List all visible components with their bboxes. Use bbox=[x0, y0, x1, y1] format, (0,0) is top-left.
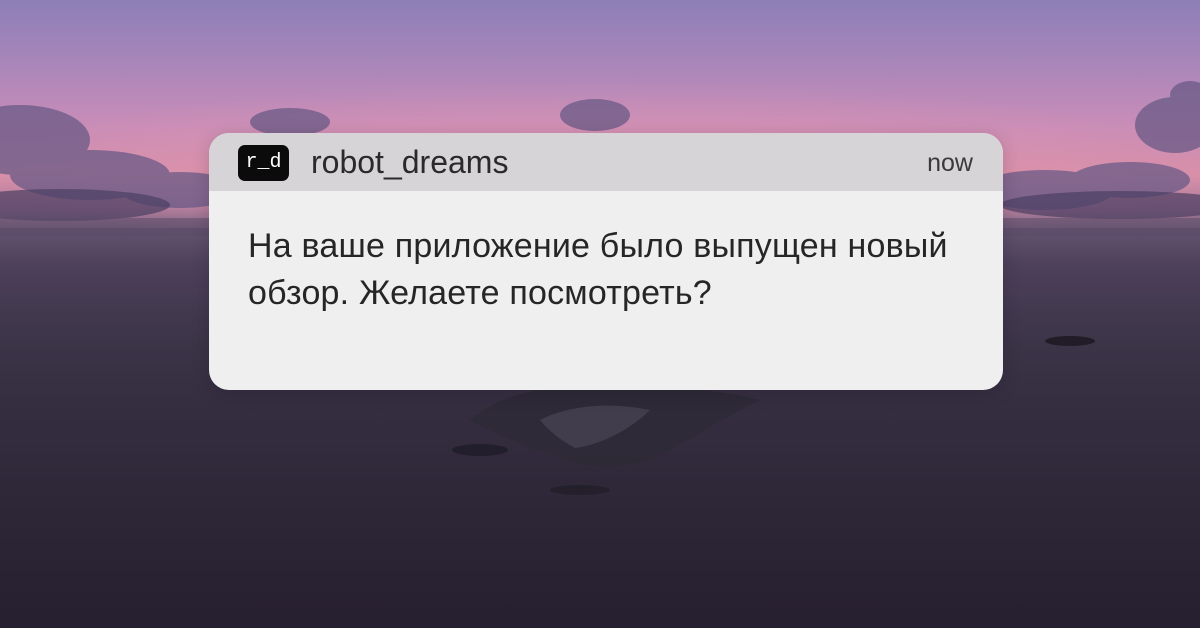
notification-message: На ваше приложение было выпущен новый об… bbox=[248, 227, 948, 312]
notification-timestamp: now bbox=[927, 149, 973, 177]
app-icon: r_d bbox=[238, 145, 289, 181]
rock bbox=[1045, 336, 1095, 346]
app-name: robot_dreams bbox=[311, 144, 509, 180]
notification-header: r_d robot_dreams now bbox=[209, 133, 1003, 191]
notification-banner[interactable]: r_d robot_dreams now На ваше приложение … bbox=[209, 133, 1003, 390]
